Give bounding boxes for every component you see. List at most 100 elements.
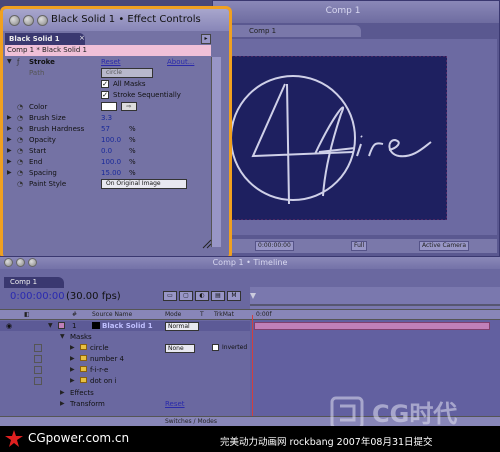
lock-toggle[interactable] <box>34 355 42 363</box>
stopwatch-icon[interactable]: ◔ <box>17 169 23 177</box>
comp-marker-icon[interactable]: ▭ <box>163 291 177 301</box>
time-ruler[interactable] <box>250 287 500 311</box>
effects-group[interactable]: ▶ Effects <box>0 388 250 398</box>
layer-duration-bar[interactable] <box>254 322 490 330</box>
disclosure-closed-icon[interactable]: ▶ <box>60 400 65 407</box>
mask-name[interactable]: number 4 <box>90 355 124 363</box>
tab-comp[interactable]: Comp 1 <box>221 25 361 37</box>
stopwatch-icon[interactable]: ◔ <box>17 136 23 144</box>
stopwatch-icon[interactable]: ◔ <box>17 114 23 122</box>
eye-icon[interactable]: ◉ <box>6 322 12 330</box>
layer-mode-dropdown[interactable]: Normal <box>165 322 199 331</box>
param-value[interactable]: 15.00 <box>101 169 121 177</box>
resolution-dropdown[interactable]: Full <box>351 241 368 251</box>
mask-row[interactable]: ▶ circle None Inverted <box>0 343 250 353</box>
param-value[interactable]: 100.0 <box>101 158 121 166</box>
disclosure-closed-icon[interactable]: ▶ <box>7 114 12 121</box>
scrollbar[interactable] <box>211 57 221 247</box>
lock-toggle[interactable] <box>34 377 42 385</box>
eyedropper-icon[interactable]: ⇨ <box>121 102 137 111</box>
col-t[interactable]: T <box>200 311 204 318</box>
effect-row-stroke[interactable]: ▼ ƒ Stroke Reset About... <box>5 57 211 68</box>
comp-titlebar[interactable]: Comp 1 <box>213 1 499 23</box>
marker-icon[interactable]: M <box>227 291 241 301</box>
mask-name[interactable]: f-i-r-e <box>90 366 108 374</box>
path-dropdown[interactable]: circle <box>101 68 153 78</box>
about-link[interactable]: About... <box>167 58 194 66</box>
timecode-display[interactable]: 0:00:00:00 <box>255 241 294 251</box>
mask-name[interactable]: dot on i <box>90 377 117 385</box>
param-row[interactable]: ▶ ◔ Brush Hardness 57% <box>5 124 211 135</box>
mask-row[interactable]: ▶ number 4 <box>0 354 250 364</box>
layer-name[interactable]: Black Solid 1 <box>102 322 153 330</box>
effect-controls-titlebar[interactable]: Black Solid 1 • Effect Controls <box>3 9 229 31</box>
param-row[interactable]: ▶ ◔ End 100.0% <box>5 157 211 168</box>
disclosure-open-icon[interactable]: ▼ <box>60 333 65 340</box>
disclosure-open-icon[interactable]: ▼ <box>7 58 12 65</box>
current-time[interactable]: 0:00:00:00 <box>10 291 65 302</box>
disclosure-closed-icon[interactable]: ▶ <box>70 366 75 373</box>
tab-timeline-comp[interactable]: Comp 1 <box>4 277 64 288</box>
disclosure-closed-icon[interactable]: ▶ <box>60 389 65 396</box>
zoom-icon[interactable] <box>28 258 37 267</box>
disclosure-closed-icon[interactable]: ▶ <box>7 136 12 143</box>
draft-3d-icon[interactable]: ▤ <box>211 291 225 301</box>
disclosure-closed-icon[interactable]: ▶ <box>70 355 75 362</box>
param-row[interactable]: ▶ ◔ Brush Size 3.3 <box>5 113 211 124</box>
tab-close-icon[interactable]: × <box>79 34 85 42</box>
minimize-icon[interactable] <box>23 15 34 26</box>
black-solid-layer[interactable] <box>222 55 448 221</box>
param-row[interactable]: ▶ ◔ Spacing 15.00% <box>5 168 211 179</box>
timeline-titlebar[interactable]: Comp 1 • Timeline <box>0 257 500 269</box>
mask-row[interactable]: ▶ f-i-r-e <box>0 365 250 375</box>
disclosure-closed-icon[interactable]: ▶ <box>70 377 75 384</box>
comp-viewer[interactable] <box>215 39 497 235</box>
stopwatch-icon[interactable]: ◔ <box>17 125 23 133</box>
close-icon[interactable] <box>9 15 20 26</box>
param-value[interactable]: 57 <box>101 125 110 133</box>
transform-reset-link[interactable]: Reset <box>165 400 185 408</box>
reset-link[interactable]: Reset <box>101 58 121 66</box>
tab-black-solid[interactable]: Black Solid 1 × <box>5 33 85 45</box>
lock-toggle[interactable] <box>34 344 42 352</box>
all-masks-checkbox[interactable]: ✓ <box>101 80 109 88</box>
layer-color-swatch[interactable] <box>58 322 65 329</box>
stopwatch-icon[interactable]: ◔ <box>17 103 23 111</box>
col-source-name[interactable]: Source Name <box>92 311 132 318</box>
frame-blend-icon[interactable]: ▢ <box>179 291 193 301</box>
col-trkmat[interactable]: TrkMat <box>214 311 234 318</box>
fx-icon[interactable]: ƒ <box>17 58 19 66</box>
disclosure-closed-icon[interactable]: ▶ <box>70 344 75 351</box>
invert-checkbox[interactable] <box>212 344 219 351</box>
disclosure-open-icon[interactable]: ▼ <box>48 322 53 329</box>
masks-group[interactable]: ▼ Masks <box>0 332 250 342</box>
param-row[interactable]: ▶ ◔ Opacity 100.0% <box>5 135 211 146</box>
disclosure-closed-icon[interactable]: ▶ <box>7 147 12 154</box>
zoom-icon[interactable] <box>37 15 48 26</box>
current-time-indicator[interactable] <box>252 315 253 425</box>
stopwatch-icon[interactable]: ◔ <box>17 158 23 166</box>
param-value[interactable]: 0.0 <box>101 147 112 155</box>
lock-toggle[interactable] <box>34 366 42 374</box>
panel-menu-icon[interactable]: ▸ <box>201 34 211 44</box>
mask-mode-dropdown[interactable]: None <box>165 344 195 353</box>
close-icon[interactable] <box>4 258 13 267</box>
camera-dropdown[interactable]: Active Camera <box>419 241 470 251</box>
transform-group[interactable]: ▶ Transform Reset <box>0 399 250 409</box>
disclosure-closed-icon[interactable]: ▶ <box>7 125 12 132</box>
mask-row[interactable]: ▶ dot on i <box>0 376 250 386</box>
disclosure-closed-icon[interactable]: ▶ <box>7 158 12 165</box>
site-name[interactable]: CGpower.com.cn <box>28 431 129 445</box>
minimize-icon[interactable] <box>16 258 25 267</box>
param-value[interactable]: 100.0 <box>101 136 121 144</box>
mask-name[interactable]: circle <box>90 344 109 352</box>
color-swatch[interactable] <box>101 102 117 111</box>
disclosure-closed-icon[interactable]: ▶ <box>7 169 12 176</box>
col-mode[interactable]: Mode <box>165 311 181 318</box>
stroke-seq-checkbox[interactable]: ✓ <box>101 91 109 99</box>
param-value[interactable]: 3.3 <box>101 114 112 122</box>
param-row[interactable]: ▶ ◔ Start 0.0% <box>5 146 211 157</box>
paint-style-dropdown[interactable]: On Original Image <box>101 179 187 189</box>
motion-blur-icon[interactable]: ◐ <box>195 291 209 301</box>
stopwatch-icon[interactable]: ◔ <box>17 147 23 155</box>
